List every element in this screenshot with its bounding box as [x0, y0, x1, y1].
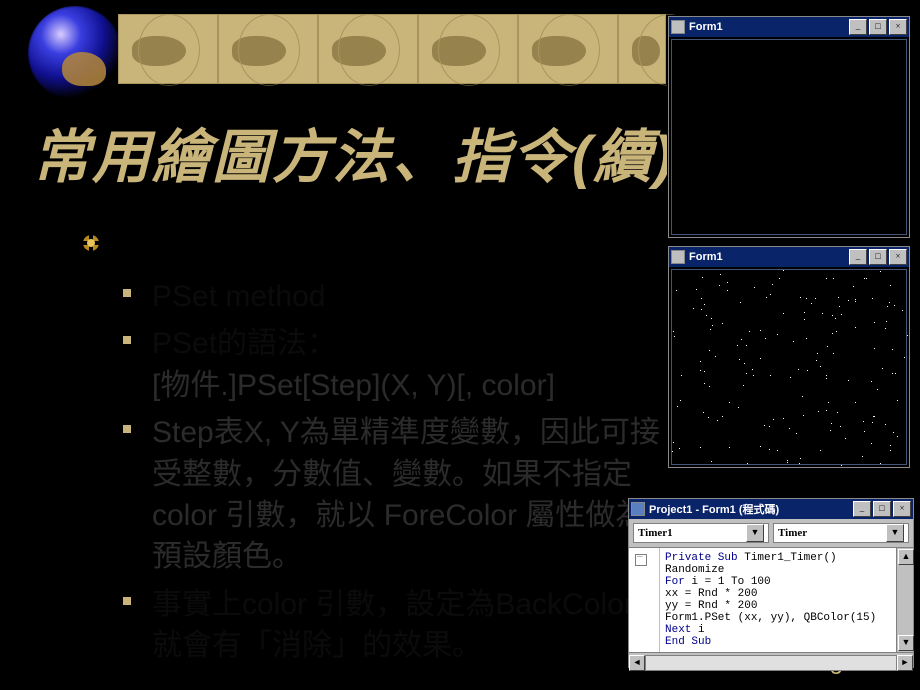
window-form-stars: Form1 _ □ ×: [668, 246, 910, 468]
world-map-banner: [118, 14, 666, 84]
maximize-button[interactable]: □: [869, 249, 887, 265]
close-button[interactable]: ×: [889, 249, 907, 265]
procedure-combo[interactable]: Timer ▼: [773, 523, 909, 543]
window-form-blank: Form1 _ □ ×: [668, 16, 910, 238]
bullet-1-text: PSet method: [152, 280, 325, 313]
close-button[interactable]: ×: [889, 19, 907, 35]
globe-image: [28, 6, 122, 100]
code-icon: [631, 502, 645, 516]
titlebar[interactable]: Form1 _ □ ×: [669, 17, 909, 37]
maximize-button[interactable]: □: [873, 501, 891, 517]
code-editor[interactable]: Private Sub Timer1_Timer() Randomize For…: [629, 548, 913, 652]
bullet-4: 事實上color 引數，設定為BackColor就會有「消除」的效果。: [120, 584, 660, 667]
procedure-combo-value: Timer: [778, 527, 886, 539]
window-code: Project1 - Form1 (程式碼) _ □ × Timer1 ▼ Ti…: [628, 498, 914, 668]
code-combo-row: Timer1 ▼ Timer ▼: [629, 519, 913, 548]
vertical-scrollbar[interactable]: ▲ ▼: [896, 548, 913, 652]
scroll-right-icon[interactable]: ►: [897, 655, 913, 671]
bullet-1: PSet method: [120, 276, 660, 317]
horizontal-scrollbar[interactable]: ◄ ►: [629, 652, 913, 671]
chevron-down-icon[interactable]: ▼: [746, 524, 764, 542]
scroll-left-icon[interactable]: ◄: [629, 655, 645, 671]
bullet-2: PSet的語法： [物件.]PSet[Step](X, Y)[, color]: [120, 323, 660, 406]
scroll-down-icon[interactable]: ▼: [898, 635, 914, 651]
hscroll-track[interactable]: [645, 655, 897, 671]
window-title: Form1: [689, 21, 849, 33]
bullet-2-syntax: [物件.]PSet[Step](X, Y)[, color]: [152, 369, 555, 402]
form-icon: [671, 250, 685, 264]
window-title: Project1 - Form1 (程式碼): [649, 501, 853, 517]
form-icon: [671, 20, 685, 34]
code-gutter: [629, 548, 660, 652]
form-client-area-stars: [671, 269, 907, 465]
object-combo-value: Timer1: [638, 527, 746, 539]
slide-body: PSet method PSet的語法： [物件.]PSet[Step](X, …: [120, 276, 660, 673]
slide-title: 常用繪圖方法、指令(續): [32, 110, 675, 194]
lead-bullet-icon: [82, 234, 100, 252]
titlebar[interactable]: Form1 _ □ ×: [669, 247, 909, 267]
chevron-down-icon[interactable]: ▼: [886, 524, 904, 542]
object-combo[interactable]: Timer1 ▼: [633, 523, 769, 543]
form-client-area: [671, 39, 907, 235]
titlebar[interactable]: Project1 - Form1 (程式碼) _ □ ×: [629, 499, 913, 519]
bullet-3-text: Step表X, Y為單精準度變數，因此可接受整數，分數值、變數。如果不指定 co…: [152, 416, 660, 573]
minimize-button[interactable]: _: [849, 19, 867, 35]
bullet-4-text: 事實上color 引數，設定為BackColor就會有「消除」的效果。: [152, 588, 634, 662]
scroll-up-icon[interactable]: ▲: [898, 549, 914, 565]
minimize-button[interactable]: _: [853, 501, 871, 517]
bullet-3: Step表X, Y為單精準度變數，因此可接受整數，分數值、變數。如果不指定 co…: [120, 412, 660, 578]
maximize-button[interactable]: □: [869, 19, 887, 35]
minimize-button[interactable]: _: [849, 249, 867, 265]
window-title: Form1: [689, 251, 849, 263]
close-button[interactable]: ×: [893, 501, 911, 517]
bullet-2-text: PSet的語法：: [152, 327, 337, 360]
